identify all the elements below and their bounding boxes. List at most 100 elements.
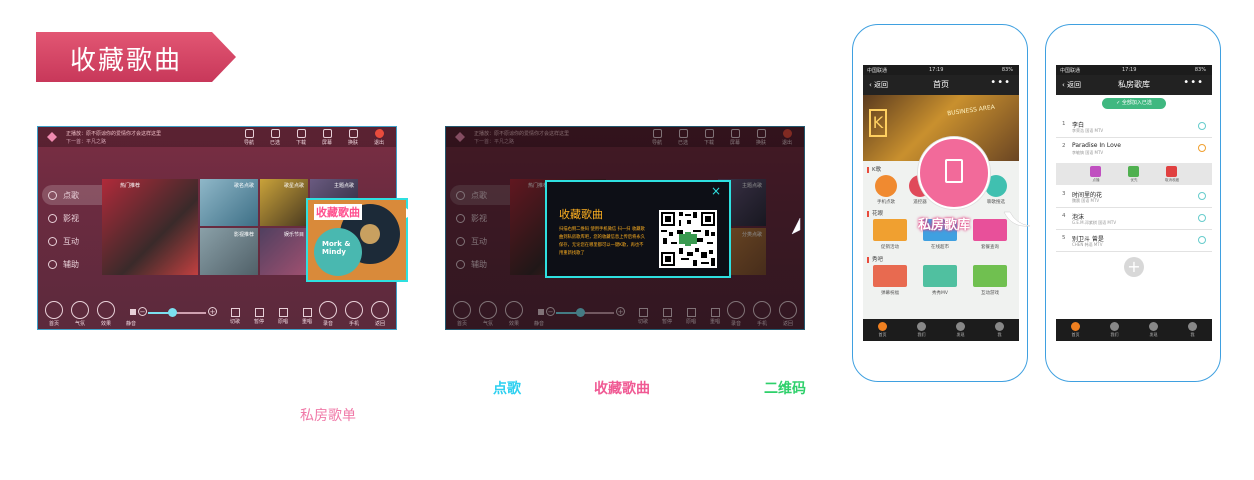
back-button[interactable]: 返回 xyxy=(368,301,392,327)
home-icon xyxy=(453,301,471,319)
list-item[interactable]: 2 Paradise In Love 李敏镐 国语 MTV xyxy=(1056,139,1212,159)
user-icon xyxy=(995,322,1004,331)
compass-icon xyxy=(244,129,254,138)
gamepad-icon xyxy=(48,236,57,246)
chat-icon xyxy=(917,322,926,331)
add-all-button[interactable]: ✓ 全部加入已选 xyxy=(1102,98,1166,109)
annotation-collect: 收藏歌曲 xyxy=(594,381,650,397)
tab-discover[interactable]: 发现 xyxy=(1134,319,1173,341)
back-icon xyxy=(371,301,389,319)
unfavorite-icon[interactable] xyxy=(1166,166,1177,177)
dialog-description: 扫描右侧二维码 使用手机微信 扫一扫 收藏歌曲到私房歌库吧，您的收藏信息上传后将… xyxy=(559,227,645,256)
tab-us[interactable]: 我们 xyxy=(1095,319,1134,341)
list-item[interactable]: 1 李白 李荣浩 国语 MTV xyxy=(1056,117,1212,138)
grid-icon xyxy=(48,259,57,269)
replay-button[interactable]: 重唱 xyxy=(296,308,318,325)
skin-icon xyxy=(756,129,766,138)
tile-hot[interactable]: 热门推荐 xyxy=(102,179,198,275)
screen-icon xyxy=(322,129,332,138)
chat-icon xyxy=(1110,322,1119,331)
user-icon xyxy=(1188,322,1197,331)
gift-icon[interactable] xyxy=(873,219,907,241)
nav-button[interactable]: 导航 xyxy=(238,129,260,146)
mic-icon xyxy=(319,301,337,319)
dialog-title: 收藏歌曲 xyxy=(559,208,603,221)
skin-icon xyxy=(348,129,358,138)
skip-button[interactable]: 切歌 xyxy=(224,308,246,325)
pause-button[interactable]: 暂停 xyxy=(248,308,270,325)
volume-up-icon[interactable]: + xyxy=(208,307,217,316)
tile-film[interactable]: 影视推荐 xyxy=(200,228,258,275)
atmosphere-button[interactable]: 气氛 xyxy=(68,301,92,327)
skin-button[interactable]: 换肤 xyxy=(342,129,364,146)
check-icon[interactable] xyxy=(1198,122,1206,130)
gamepad-icon[interactable] xyxy=(973,265,1007,287)
next-song: 下一首：平凡之路 xyxy=(66,139,107,145)
phone-button[interactable]: 手机 xyxy=(342,301,366,327)
collect-song-popover[interactable]: Mork & Mindy 收藏歌曲 xyxy=(306,198,408,282)
more-icon[interactable]: ••• xyxy=(990,77,1011,88)
check-icon[interactable] xyxy=(1198,144,1206,152)
record-card-text: Mork & Mindy xyxy=(322,240,351,256)
list-item[interactable]: 3 时间里的花 魏晨 国语 MTV xyxy=(1056,187,1212,208)
play-icon[interactable] xyxy=(1090,166,1101,177)
compass-icon xyxy=(652,129,662,138)
tab-me[interactable]: 我 xyxy=(980,319,1019,341)
video-icon[interactable] xyxy=(923,265,957,287)
annotation-private-list: 私房歌单 xyxy=(300,408,356,424)
smile-icon xyxy=(479,301,497,319)
app-logo-icon xyxy=(455,132,465,142)
priority-icon[interactable] xyxy=(1128,166,1139,177)
add-song-button[interactable]: + xyxy=(1124,257,1144,277)
check-icon[interactable] xyxy=(1198,192,1206,200)
download-button[interactable]: 下载 xyxy=(290,129,312,146)
section-xiu: 秀吧 xyxy=(867,255,883,263)
tile-show[interactable]: 娱乐节目 xyxy=(260,228,308,275)
now-playing: 正播放：原不原谅你的爱情你才会这样这里 xyxy=(66,131,162,137)
private-library-badge[interactable] xyxy=(918,137,990,209)
tile-song-name[interactable]: 歌名点歌 xyxy=(200,179,258,226)
list-icon xyxy=(678,129,688,138)
power-icon xyxy=(374,129,384,138)
tab-home[interactable]: 首页 xyxy=(1056,319,1095,341)
list-icon xyxy=(270,129,280,138)
close-icon[interactable]: × xyxy=(711,184,721,198)
comment-icon[interactable] xyxy=(873,265,907,287)
volume-down-icon[interactable]: − xyxy=(138,307,147,316)
effect-button[interactable]: 效果 xyxy=(94,301,118,327)
more-icon[interactable]: ••• xyxy=(1183,77,1204,88)
screen-button[interactable]: 屏幕 xyxy=(316,129,338,146)
screen-icon xyxy=(730,129,740,138)
home-icon xyxy=(45,301,63,319)
selected-button[interactable]: 已选 xyxy=(264,129,286,146)
mic-icon[interactable] xyxy=(875,175,897,197)
callout-pointer xyxy=(1003,211,1031,227)
film-icon xyxy=(48,213,57,223)
list-item[interactable]: 5 别卫斗 曾是 CHEN 韩语 MTV xyxy=(1056,231,1212,252)
home-button[interactable]: 首页 xyxy=(42,301,66,327)
check-icon[interactable] xyxy=(1198,214,1206,222)
volume-slider[interactable]: − + 静音 xyxy=(126,307,218,327)
tv-top-bar: 正播放：原不原谅你的爱情你才会这样这里 下一首：平凡之路 导航 已选 下载 屏幕… xyxy=(38,127,396,147)
qr-code-icon xyxy=(659,210,717,268)
record-button[interactable]: 录音 xyxy=(316,301,340,327)
volume-knob[interactable] xyxy=(167,308,177,317)
list-item[interactable]: 4 泡沫 G.E.M.邓紫棋 国语 MTV xyxy=(1056,209,1212,230)
equalizer-icon xyxy=(505,301,523,319)
tab-discover[interactable]: 发现 xyxy=(941,319,980,341)
tab-me[interactable]: 我 xyxy=(1173,319,1212,341)
check-icon[interactable] xyxy=(1198,236,1206,244)
nav-bar: ‹ 返回 私房歌库 ••• xyxy=(1056,75,1212,95)
download-icon xyxy=(704,129,714,138)
callout-pointer xyxy=(791,217,801,235)
private-library-label: 私房歌库 xyxy=(918,218,971,233)
exit-button[interactable]: 退出 xyxy=(368,129,390,146)
compass-icon xyxy=(1149,322,1158,331)
tab-home[interactable]: 首页 xyxy=(863,319,902,341)
tab-us[interactable]: 我们 xyxy=(902,319,941,341)
song-action-row: 点播 优先 取消收藏 xyxy=(1056,163,1212,185)
original-vocal-button[interactable]: 原唱 xyxy=(272,308,294,325)
tile-singer[interactable]: 歌星点歌 xyxy=(260,179,308,226)
mic-icon xyxy=(48,190,57,200)
app-logo-icon xyxy=(47,132,57,142)
